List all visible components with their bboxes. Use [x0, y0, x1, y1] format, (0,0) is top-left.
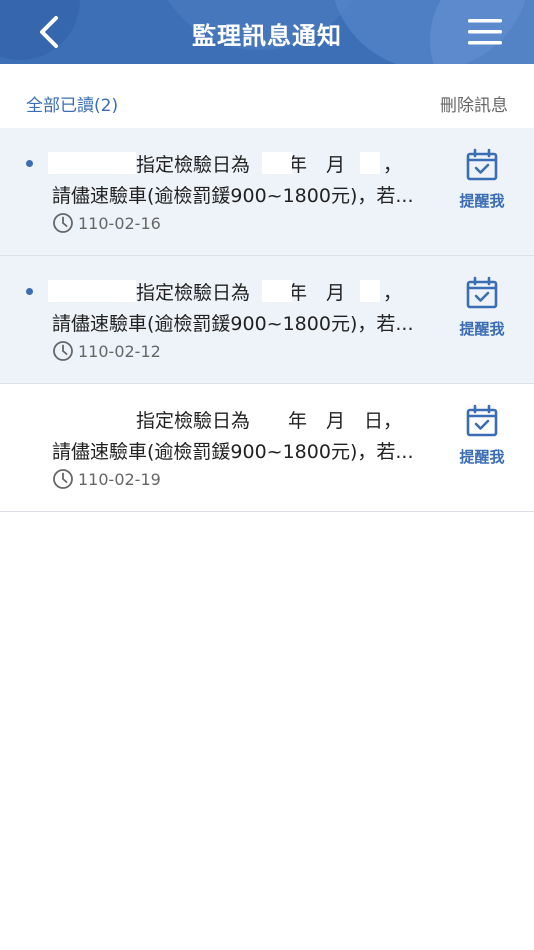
message-date: 110-02-19: [52, 468, 161, 490]
hamburger-menu-icon: [468, 19, 502, 45]
message-line-1: 指定檢驗日為 年 月 日，: [136, 410, 403, 432]
redacted-year: [262, 152, 292, 174]
calendar-check-icon: [466, 404, 498, 437]
date-text: 110-02-12: [78, 341, 161, 361]
message-item[interactable]: 指定檢驗日為 年 月 日， 請儘速驗車(逾檢罰鍰900~1800元)，若... …: [0, 384, 534, 512]
message-line-2: 請儘速驗車(逾檢罰鍰900~1800元)，若...: [52, 185, 414, 207]
mark-all-read-button[interactable]: 全部已讀(2): [26, 91, 118, 116]
message-list: 指定檢驗日為 年 月 日， 請儘速驗車(逾檢罰鍰900~1800元)，若... …: [0, 128, 534, 512]
message-date: 110-02-16: [52, 212, 161, 234]
remind-me-button[interactable]: 提醒我: [452, 276, 512, 339]
remind-me-label: 提醒我: [459, 448, 505, 466]
toolbar: 全部已讀(2) 刪除訊息: [0, 64, 534, 128]
calendar-check-icon: [466, 276, 498, 309]
app-header: 監理訊息通知: [0, 0, 534, 64]
clock-icon: [53, 341, 73, 361]
unread-dot: [26, 160, 33, 167]
message-item[interactable]: 指定檢驗日為 年 月 日， 請儘速驗車(逾檢罰鍰900~1800元)，若... …: [0, 256, 534, 384]
message-date: 110-02-12: [52, 340, 161, 362]
message-line-2: 請儘速驗車(逾檢罰鍰900~1800元)，若...: [52, 313, 414, 335]
unread-dot: [26, 288, 33, 295]
redacted-year: [262, 280, 292, 302]
clock-icon: [53, 469, 73, 489]
date-text: 110-02-16: [78, 213, 161, 233]
message-line-2: 請儘速驗車(逾檢罰鍰900~1800元)，若...: [52, 441, 414, 463]
remind-me-label: 提醒我: [459, 192, 505, 210]
redacted-plate: [48, 280, 136, 302]
remind-me-label: 提醒我: [459, 320, 505, 338]
redacted-day: [360, 152, 380, 174]
date-text: 110-02-19: [78, 469, 161, 489]
remind-me-button[interactable]: 提醒我: [452, 148, 512, 211]
clock-icon: [53, 213, 73, 233]
message-item[interactable]: 指定檢驗日為 年 月 日， 請儘速驗車(逾檢罰鍰900~1800元)，若... …: [0, 128, 534, 256]
delete-messages-button[interactable]: 刪除訊息: [440, 91, 508, 116]
redacted-day: [360, 280, 380, 302]
redacted-plate: [48, 152, 136, 174]
calendar-check-icon: [466, 148, 498, 181]
page-title: 監理訊息通知: [192, 22, 342, 50]
menu-button[interactable]: [466, 14, 504, 50]
remind-me-button[interactable]: 提醒我: [452, 404, 512, 467]
